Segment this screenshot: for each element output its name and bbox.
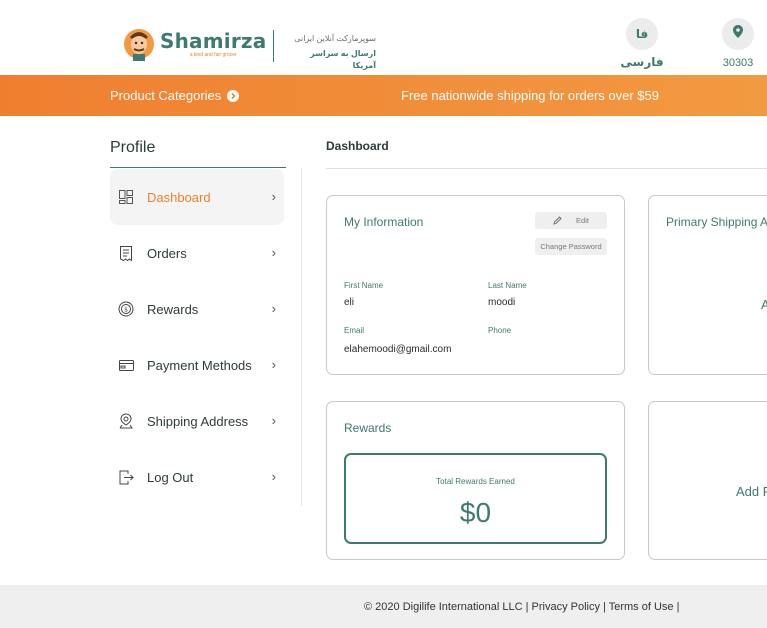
rewards-total-box: Total Rewards Earned $0	[344, 453, 607, 544]
language-button[interactable]: فا	[626, 18, 658, 50]
location-button[interactable]	[722, 18, 754, 50]
email-value: elahemoodi@gmail.com	[344, 344, 451, 355]
edit-label: Edit	[576, 216, 589, 225]
profile-underline	[110, 167, 286, 168]
mascot-icon	[124, 27, 154, 61]
site-header: Shamirza a kind and fair grocer سوپرمارک…	[0, 0, 767, 75]
card-title: My Information	[344, 215, 424, 229]
sidebar-item-label: Shipping Address	[147, 413, 249, 429]
email-label: Email	[344, 326, 365, 335]
add-payment-link[interactable]: Add F	[736, 484, 767, 499]
first-name-value: eli	[344, 297, 355, 308]
sidebar-item-payment-methods[interactable]: Payment Methods ›	[110, 337, 284, 393]
last-name-value: moodi	[488, 297, 516, 308]
sidebar-item-label: Dashboard	[147, 189, 211, 205]
sidebar-item-label: Orders	[147, 245, 187, 261]
persian-line-2: ارسال به سراسر آمریکا	[310, 49, 376, 70]
sidebar-item-label: Rewards	[147, 301, 199, 317]
chevron-right-icon: ›	[271, 245, 276, 260]
add-address-link[interactable]: A	[761, 297, 767, 312]
last-name-label: Last Name	[488, 281, 527, 290]
persian-tagline: سوپرمارکت آنلاین ایرانی ارسال به سراسر آ…	[292, 33, 376, 72]
product-categories-label: Product Categories	[110, 88, 222, 103]
svg-text:$: $	[124, 307, 128, 314]
chevron-right-icon: ›	[271, 189, 276, 204]
sidebar-item-log-out[interactable]: Log Out ›	[110, 449, 284, 505]
sidebar-item-dashboard[interactable]: Dashboard ›	[110, 169, 284, 225]
language-label[interactable]: فارسی	[618, 55, 666, 69]
chevron-right-icon	[227, 89, 240, 102]
logo-divider	[273, 30, 274, 62]
sidebar-item-orders[interactable]: Orders ›	[110, 225, 284, 281]
top-bar: Product Categories Free nationwide shipp…	[0, 75, 767, 116]
card-title: Primary Shipping A	[666, 215, 767, 229]
payment-card: Add F	[648, 401, 767, 560]
shipping-promo: Free nationwide shipping for orders over…	[401, 88, 659, 103]
logo[interactable]: Shamirza a kind and fair grocer	[124, 27, 266, 61]
product-categories-button[interactable]: Product Categories	[110, 88, 240, 103]
persian-line-1: سوپرمارکت آنلاین ایرانی	[294, 34, 376, 43]
rewards-total-label: Total Rewards Earned	[436, 477, 515, 486]
primary-shipping-card: Primary Shipping A A	[648, 195, 767, 375]
sidebar-item-rewards[interactable]: $ Rewards ›	[110, 281, 284, 337]
logo-name: Shamirza	[160, 29, 267, 53]
sidebar-divider	[301, 168, 302, 506]
card-icon	[118, 357, 134, 373]
sidebar-item-label: Log Out	[147, 469, 194, 485]
logo-tagline: a kind and fair grocer	[189, 52, 237, 58]
change-password-button[interactable]: Change Password	[535, 238, 607, 255]
map-pin-icon	[733, 25, 743, 43]
rewards-total-value: $0	[459, 497, 492, 528]
my-information-card: My Information Edit Change Password Firs…	[326, 195, 625, 375]
zip-code[interactable]: 30303	[714, 57, 762, 69]
rewards-card: Rewards Total Rewards Earned $0	[326, 401, 625, 560]
logout-icon	[118, 469, 134, 485]
language-badge: فا	[635, 27, 649, 41]
edit-button[interactable]: Edit	[535, 212, 607, 229]
footer-text: © 2020 Digilife International LLC | Priv…	[364, 601, 680, 613]
sidebar-item-label: Payment Methods	[147, 357, 252, 373]
chevron-right-icon: ›	[271, 413, 276, 428]
card-title: Rewards	[344, 421, 392, 435]
profile-title: Profile	[110, 139, 156, 156]
coin-icon: $	[118, 301, 134, 317]
chevron-right-icon: ›	[271, 357, 276, 372]
location-icon	[118, 413, 134, 429]
pencil-icon	[553, 216, 562, 225]
receipt-icon	[118, 245, 134, 261]
first-name-label: First Name	[344, 281, 384, 290]
sidebar-item-shipping-address[interactable]: Shipping Address ›	[110, 393, 284, 449]
chevron-right-icon: ›	[271, 301, 276, 316]
dashboard-icon	[118, 189, 134, 205]
title-divider	[326, 168, 767, 169]
page-title: Dashboard	[326, 139, 389, 153]
chevron-right-icon: ›	[271, 469, 276, 484]
phone-label: Phone	[488, 326, 512, 335]
change-password-label: Change Password	[540, 242, 602, 251]
site-footer: © 2020 Digilife International LLC | Priv…	[0, 585, 767, 628]
